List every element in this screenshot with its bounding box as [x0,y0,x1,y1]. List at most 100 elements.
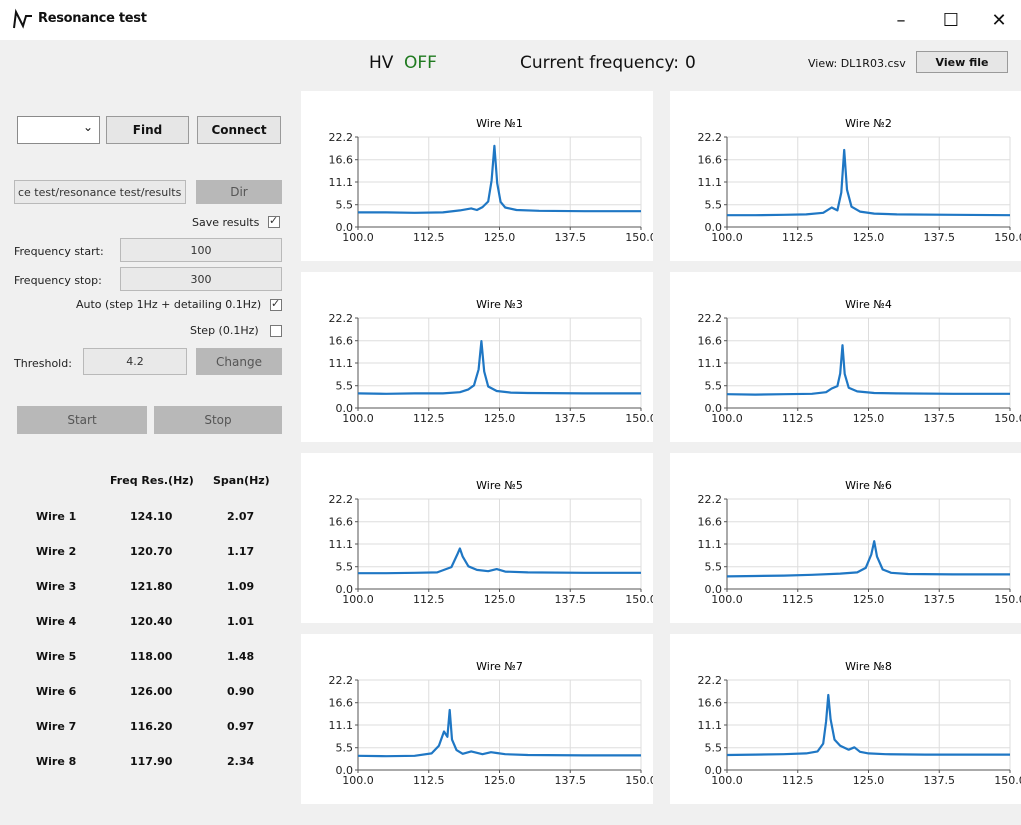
table-cell-name: Wire 2 [36,545,77,558]
wire-chart-5: Wire №5100.0112.5125.0137.5150.00.05.511… [301,453,653,623]
threshold-input[interactable]: 4.2 [83,348,187,375]
minimize-button[interactable]: – [878,4,924,36]
view-file-button[interactable]: View file [916,51,1008,73]
threshold-label: Threshold: [14,357,72,370]
table-cell-name: Wire 4 [36,615,77,628]
y-tick-label: 22.2 [698,674,723,687]
x-tick-label: 112.5 [413,412,445,425]
y-tick-label: 16.6 [698,154,723,167]
wire-chart-8: Wire №8100.0112.5125.0137.5150.00.05.511… [670,634,1021,804]
x-tick-label: 112.5 [413,774,445,787]
y-tick-label: 11.1 [329,538,354,551]
chart-title: Wire №7 [476,660,523,673]
frequency-stop-input[interactable]: 300 [120,267,282,291]
chart-svg: Wire №7100.0112.5125.0137.5150.00.05.511… [329,660,654,787]
x-tick-label: 150.0 [625,412,653,425]
dir-button[interactable]: Dir [196,180,282,204]
y-tick-label: 0.0 [336,583,354,596]
y-tick-label: 11.1 [698,538,723,551]
save-results-checkbox[interactable] [268,214,280,228]
close-button[interactable]: ✕ [976,4,1021,36]
table-cell-span: 2.07 [227,510,255,523]
app-logo-icon [13,8,32,29]
y-tick-label: 22.2 [329,131,354,144]
y-tick-label: 11.1 [329,719,354,732]
y-tick-label: 22.2 [329,674,354,687]
x-tick-label: 125.0 [853,231,885,244]
stop-button[interactable]: Stop [154,406,282,434]
x-tick-label: 150.0 [994,412,1021,425]
table-cell-name: Wire 6 [36,685,77,698]
y-tick-label: 5.5 [336,380,354,393]
x-tick-label: 150.0 [994,774,1021,787]
maximize-button[interactable]: ☐ [928,4,974,36]
x-tick-label: 125.0 [484,593,516,606]
x-tick-label: 137.5 [924,412,956,425]
x-tick-label: 137.5 [924,231,956,244]
y-tick-label: 0.0 [336,221,354,234]
change-threshold-button[interactable]: Change [196,348,282,375]
x-tick-label: 112.5 [782,231,814,244]
find-button[interactable]: Find [106,116,189,144]
x-tick-label: 125.0 [484,774,516,787]
table-cell-span: 1.48 [227,650,255,663]
x-tick-label: 112.5 [782,774,814,787]
auto-mode-label: Auto (step 1Hz + detailing 0.1Hz) [76,298,262,311]
table-cell-freq: 124.10 [130,510,173,523]
chart-svg: Wire №1100.0112.5125.0137.5150.00.05.511… [329,117,654,244]
table-cell-freq: 117.90 [130,755,173,768]
y-tick-label: 22.2 [698,493,723,506]
hv-label: HV [369,53,394,73]
connect-button[interactable]: Connect [197,116,281,144]
y-tick-label: 11.1 [698,719,723,732]
chart-title: Wire №5 [476,479,523,492]
auto-mode-checkbox[interactable] [270,297,282,311]
table-cell-span: 1.17 [227,545,255,558]
window-title: Resonance test [38,11,147,26]
chevron-down-icon: ⌄ [82,120,93,134]
y-tick-label: 5.5 [705,380,723,393]
view-file-label: View: DL1R03.csv [808,57,906,70]
table-cell-freq: 120.40 [130,615,173,628]
frequency-start-input[interactable]: 100 [120,238,282,262]
y-tick-label: 0.0 [336,402,354,415]
x-tick-label: 150.0 [994,231,1021,244]
y-tick-label: 16.6 [329,516,354,529]
results-path-field[interactable]: ce test/resonance test/results [14,180,186,204]
current-frequency-label: Current frequency: [520,53,680,73]
y-tick-label: 16.6 [329,154,354,167]
table-cell-span: 1.01 [227,615,255,628]
chart-svg: Wire №2100.0112.5125.0137.5150.00.05.511… [698,117,1021,244]
table-cell-freq: 126.00 [130,685,173,698]
y-tick-label: 11.1 [698,176,723,189]
table-cell-span: 0.97 [227,720,255,733]
y-tick-label: 0.0 [705,764,723,777]
start-button[interactable]: Start [17,406,147,434]
chart-svg: Wire №5100.0112.5125.0137.5150.00.05.511… [329,479,654,606]
y-tick-label: 5.5 [705,561,723,574]
chart-title: Wire №3 [476,298,523,311]
table-cell-name: Wire 3 [36,580,77,593]
chart-title: Wire №1 [476,117,523,130]
chart-svg: Wire №3100.0112.5125.0137.5150.00.05.511… [329,298,654,425]
chart-svg: Wire №4100.0112.5125.0137.5150.00.05.511… [698,298,1021,425]
wire-chart-7: Wire №7100.0112.5125.0137.5150.00.05.511… [301,634,653,804]
table-cell-span: 1.09 [227,580,255,593]
port-select[interactable]: ⌄ [17,116,100,144]
y-tick-label: 0.0 [705,221,723,234]
y-tick-label: 0.0 [705,583,723,596]
x-tick-label: 150.0 [625,593,653,606]
x-tick-label: 125.0 [484,412,516,425]
y-tick-label: 11.1 [329,357,354,370]
table-header-span: Span(Hz) [213,474,270,487]
step-mode-checkbox[interactable] [270,325,282,337]
table-cell-name: Wire 7 [36,720,77,733]
table-cell-freq: 121.80 [130,580,173,593]
y-tick-label: 22.2 [329,312,354,325]
x-tick-label: 125.0 [853,412,885,425]
y-tick-label: 11.1 [698,357,723,370]
y-tick-label: 5.5 [705,742,723,755]
wire-chart-3: Wire №3100.0112.5125.0137.5150.00.05.511… [301,272,653,442]
save-results-label: Save results [192,216,260,229]
frequency-start-label: Frequency start: [14,245,104,258]
